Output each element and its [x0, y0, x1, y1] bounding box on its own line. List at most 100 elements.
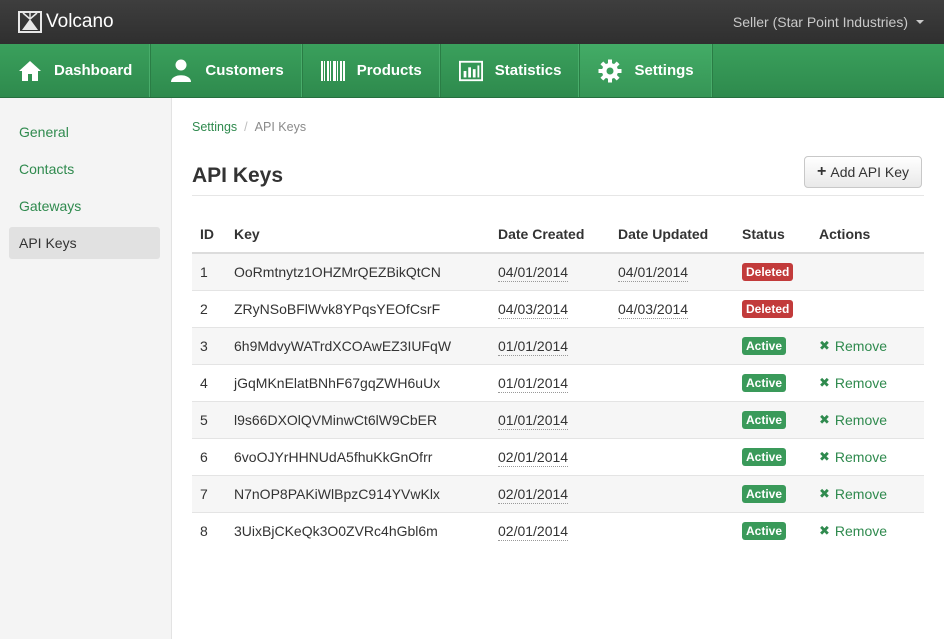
sidebar-item-gateways[interactable]: Gateways	[9, 190, 160, 222]
remove-icon: ✖	[819, 486, 830, 501]
remove-label: Remove	[834, 523, 888, 540]
table-header-row: ID Key Date Created Date Updated Status …	[192, 216, 924, 254]
brand[interactable]: Volcano	[18, 11, 114, 33]
table-row: 6 6voOJYrHHNUdA5fhuKkGnOfrr 02/01/2014 Acti…	[192, 437, 924, 475]
api-keys-table: ID Key Date Created Date Updated Status …	[192, 216, 924, 549]
account-menu[interactable]: Seller (Star Point Industries)	[733, 14, 924, 30]
cell-status: Deleted	[734, 289, 811, 327]
nav-settings[interactable]: Settings	[580, 44, 713, 97]
cell-status: Deleted	[734, 252, 811, 290]
remove-button[interactable]: ✖ Remove	[819, 449, 887, 465]
nav-label: Dashboard	[54, 62, 133, 79]
table-row: 2 ZRyNSoBFlWvk8YPqsYEOfCsrF 04/03/2014 04/0…	[192, 289, 924, 327]
cell-date-created: 01/01/2014	[490, 363, 610, 401]
remove-button[interactable]: ✖ Remove	[819, 412, 887, 428]
brand-name: Volcano	[46, 11, 114, 32]
cell-key: N7nOP8PAKiWlBpzC914YVwKlx	[226, 474, 490, 512]
main-nav: Dashboard Customers Products Statistics	[0, 44, 944, 98]
status-badge: Deleted	[742, 262, 794, 281]
cell-status: Active	[734, 474, 811, 512]
cell-key: 6h9MdvyWATrdXCOAwEZ3IUFqW	[226, 326, 490, 364]
nav-customers[interactable]: Customers	[151, 44, 303, 97]
cell-date-created: 02/01/2014	[490, 474, 610, 512]
nav-statistics[interactable]: Statistics	[441, 44, 581, 97]
cell-actions: ✖ Remove	[811, 400, 924, 438]
cell-id: 3	[192, 326, 226, 364]
volcano-logo-icon	[18, 11, 42, 33]
gear-icon	[598, 59, 622, 82]
cell-status: Active	[734, 511, 811, 549]
cell-status: Active	[734, 363, 811, 401]
date-updated: 04/01/2014	[618, 263, 689, 282]
cell-date-updated: 04/03/2014	[610, 289, 734, 327]
column-header-date-updated[interactable]: Date Updated	[610, 216, 734, 254]
cell-actions	[811, 289, 924, 327]
cell-status: Active	[734, 400, 811, 438]
cell-actions: ✖ Remove	[811, 474, 924, 512]
remove-icon: ✖	[819, 375, 830, 390]
nav-label: Statistics	[494, 62, 562, 79]
cell-key: jGqMKnElatBNhF67gqZWH6uUx	[226, 363, 490, 401]
bar-chart-icon	[458, 60, 483, 82]
remove-button[interactable]: ✖ Remove	[819, 523, 887, 539]
cell-id: 1	[192, 252, 226, 290]
remove-icon: ✖	[819, 449, 830, 464]
date-created: 02/01/2014	[498, 485, 569, 504]
cell-actions: ✖ Remove	[811, 511, 924, 549]
settings-sidebar: General Contacts Gateways API Keys	[0, 98, 172, 639]
sidebar-item-contacts[interactable]: Contacts	[9, 153, 160, 185]
cell-key: ZRyNSoBFlWvk8YPqsYEOfCsrF	[226, 289, 490, 327]
cell-id: 2	[192, 289, 226, 327]
nav-dashboard[interactable]: Dashboard	[0, 44, 152, 97]
column-header-date-created[interactable]: Date Created	[490, 216, 610, 254]
cell-date-updated	[610, 474, 734, 512]
column-header-key[interactable]: Key	[226, 216, 490, 254]
remove-button[interactable]: ✖ Remove	[819, 375, 887, 391]
cell-date-updated	[610, 326, 734, 364]
date-created: 01/01/2014	[498, 411, 569, 430]
caret-down-icon	[916, 20, 924, 24]
cell-date-updated: 04/01/2014	[610, 252, 734, 290]
status-badge: Active	[742, 410, 787, 429]
add-api-key-button[interactable]: + Add API Key	[804, 156, 922, 188]
column-header-status[interactable]: Status	[734, 216, 811, 254]
cell-date-updated	[610, 437, 734, 475]
remove-button[interactable]: ✖ Remove	[819, 486, 887, 502]
table-row: 3 6h9MdvyWATrdXCOAwEZ3IUFqW 01/01/2014 Acti…	[192, 326, 924, 364]
remove-label: Remove	[834, 338, 888, 354]
account-label: Seller (Star Point Industries)	[732, 14, 908, 30]
cell-status: Active	[734, 437, 811, 475]
cell-date-created: 04/03/2014	[490, 289, 610, 327]
table-row: 1 OoRmtnytz1OHZMrQEZBikQtCN 04/01/2014 04/0…	[192, 252, 924, 290]
cell-actions: ✖ Remove	[811, 363, 924, 401]
remove-label: Remove	[834, 375, 888, 391]
breadcrumb: Settings / API Keys	[192, 120, 924, 134]
top-bar: Volcano Seller (Star Point Industries)	[0, 0, 944, 44]
cell-date-created: 04/01/2014	[490, 252, 610, 290]
table-body: 1 OoRmtnytz1OHZMrQEZBikQtCN 04/01/2014 04/0…	[192, 252, 924, 549]
cell-key: 6voOJYrHHNUdA5fhuKkGnOfrr	[226, 437, 490, 475]
remove-label: Remove	[834, 449, 888, 465]
nav-label: Products	[356, 62, 422, 79]
cell-date-created: 01/01/2014	[490, 326, 610, 364]
remove-icon: ✖	[819, 412, 830, 427]
sidebar-item-general[interactable]: General	[9, 116, 160, 148]
nav-label: Customers	[205, 62, 284, 79]
cell-id: 4	[192, 363, 226, 401]
sidebar-item-api-keys[interactable]: API Keys	[9, 227, 160, 259]
breadcrumb-settings-link[interactable]: Settings	[192, 120, 237, 134]
page-title: API Keys	[192, 164, 284, 187]
table-row: 7 N7nOP8PAKiWlBpzC914YVwKlx 02/01/2014 Acti…	[192, 474, 924, 512]
remove-button[interactable]: ✖ Remove	[819, 338, 887, 354]
status-badge: Active	[742, 447, 787, 466]
cell-date-created: 02/01/2014	[490, 437, 610, 475]
cell-id: 7	[192, 474, 226, 512]
cell-key: 3UixBjCKeQk3O0ZVRc4hGbl6m	[226, 511, 490, 549]
page-header: API Keys + Add API Key	[192, 156, 924, 196]
nav-products[interactable]: Products	[303, 44, 441, 97]
column-header-id[interactable]: ID	[192, 216, 226, 254]
nav-label: Settings	[634, 62, 694, 79]
barcode-icon	[320, 60, 345, 82]
cell-date-updated	[610, 511, 734, 549]
cell-id: 6	[192, 437, 226, 475]
